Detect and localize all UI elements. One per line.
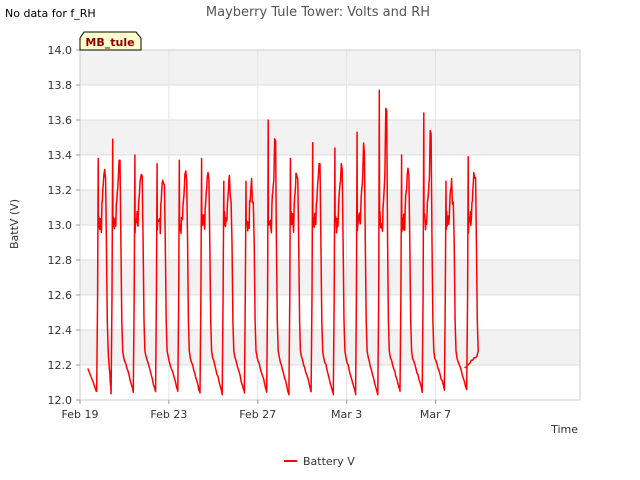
site-badge: MB_tule bbox=[79, 31, 142, 51]
y-tick-label: 12.0 bbox=[48, 394, 73, 407]
y-tick-label: 13.6 bbox=[48, 114, 73, 127]
x-tick-label: Feb 27 bbox=[239, 408, 276, 421]
grid-band bbox=[80, 50, 580, 85]
x-tick-label: Mar 7 bbox=[420, 408, 451, 421]
x-tick-label: Mar 3 bbox=[331, 408, 362, 421]
y-axis-label: BattV (V) bbox=[8, 199, 21, 249]
y-tick-label: 13.0 bbox=[48, 219, 73, 232]
y-tick-label: 14.0 bbox=[48, 44, 73, 57]
y-tick-label: 13.2 bbox=[48, 184, 73, 197]
grid-band bbox=[80, 330, 580, 365]
y-tick-label: 12.4 bbox=[48, 324, 73, 337]
no-data-note: No data for f_RH bbox=[5, 7, 96, 20]
y-tick-label: 12.8 bbox=[48, 254, 73, 267]
grid-band bbox=[80, 260, 580, 295]
site-badge-label: MB_tule bbox=[85, 36, 134, 49]
plot-area bbox=[79, 49, 581, 401]
chart-title: Mayberry Tule Tower: Volts and RH bbox=[206, 5, 430, 20]
x-tick-label: Feb 23 bbox=[150, 408, 187, 421]
y-tick-label: 13.4 bbox=[48, 149, 73, 162]
chart: Mayberry Tule Tower: Volts and RH No dat… bbox=[5, 5, 581, 468]
legend-label-battery-v: Battery V bbox=[303, 455, 355, 468]
x-axis-label: Time bbox=[550, 423, 578, 436]
legend: Battery V bbox=[284, 455, 355, 468]
grid-band bbox=[80, 120, 580, 155]
y-tick-label: 13.8 bbox=[48, 79, 73, 92]
y-tick-label: 12.2 bbox=[48, 359, 73, 372]
x-tick-label: Feb 19 bbox=[62, 408, 99, 421]
y-tick-label: 12.6 bbox=[48, 289, 73, 302]
grid-band bbox=[80, 190, 580, 225]
